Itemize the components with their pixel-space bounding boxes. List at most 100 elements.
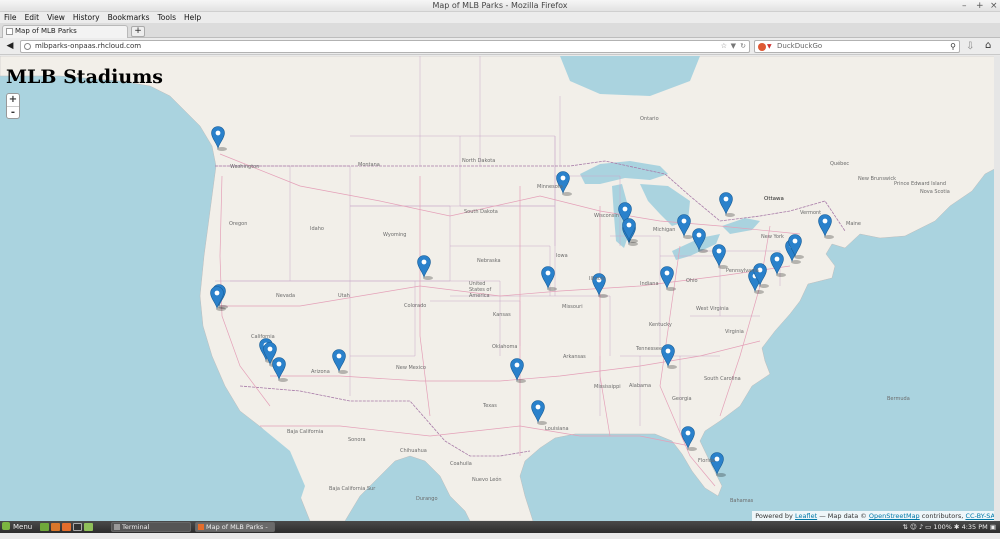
search-bar[interactable]: ▼ DuckDuckGo ⚲	[754, 40, 960, 53]
taskbar-item-firefox[interactable]: Map of MLB Parks - ...	[195, 522, 275, 539]
map-label: Texas	[483, 403, 497, 409]
attribution-text: Powered by	[755, 512, 793, 520]
network-icon[interactable]: ⇅	[903, 523, 908, 531]
start-menu-button[interactable]: Menu	[2, 521, 32, 533]
map-label: Alabama	[629, 383, 652, 389]
map-label: Bahamas	[730, 498, 754, 504]
back-arrow-icon[interactable]: ◀	[4, 41, 16, 52]
tab-strip: Map of MLB Parks +	[0, 23, 1000, 38]
openstreetmap-link[interactable]: OpenStreetMap	[869, 512, 920, 520]
volume-icon[interactable]: ♪	[919, 523, 923, 531]
map-label: New Brunswick	[858, 176, 897, 182]
menu-file[interactable]: File	[4, 12, 17, 23]
url-bar[interactable]: mlbparks-onpaas.rhcloud.com ☆ ▼ ↻	[20, 40, 750, 53]
vertical-scrollbar[interactable]	[994, 56, 1000, 521]
taskbar: Menu Terminal Map of MLB Parks - ... ⇅ ☺…	[0, 521, 1000, 539]
map-label: South Carolina	[704, 376, 741, 382]
menu-tools[interactable]: Tools	[158, 12, 176, 23]
duckduckgo-icon	[758, 43, 766, 51]
desktop-corner-icon[interactable]: ▣	[990, 523, 996, 531]
reload-icon[interactable]: ↻	[740, 41, 746, 52]
terminal-launcher-icon[interactable]	[73, 523, 82, 531]
close-icon[interactable]: ×	[990, 0, 998, 12]
map-label: Oklahoma	[492, 344, 518, 350]
favicon-icon	[6, 28, 13, 35]
search-icon[interactable]: ⚲	[950, 41, 956, 52]
terminal-icon	[114, 524, 120, 530]
menu-history[interactable]: History	[73, 12, 100, 23]
search-placeholder: DuckDuckGo	[777, 42, 823, 50]
map-label: Georgia	[672, 396, 692, 402]
zoom-control: + -	[6, 93, 20, 119]
url-text: mlbparks-onpaas.rhcloud.com	[35, 42, 142, 50]
zoom-in-button[interactable]: +	[7, 94, 19, 106]
map-label: Nevada	[276, 293, 296, 299]
home-icon[interactable]: ⌂	[985, 40, 991, 51]
taskbar-item-terminal[interactable]: Terminal	[111, 522, 191, 532]
tab-map-of-mlb-parks[interactable]: Map of MLB Parks	[2, 25, 128, 38]
map-label: Colorado	[404, 303, 427, 309]
map-label: Minnesota	[537, 184, 563, 190]
menu-view[interactable]: View	[47, 12, 65, 23]
map-label: Wyoming	[383, 232, 407, 238]
map-label: South Dakota	[464, 209, 498, 215]
map-tiles[interactable]	[0, 56, 1000, 521]
map-label: Tennessee	[636, 346, 663, 352]
map-label: Washington	[230, 164, 260, 170]
map-label: Mississippi	[594, 384, 621, 390]
map-label: Virginia	[725, 329, 744, 335]
map-label: Ottawa	[764, 196, 784, 202]
map-label: Kentucky	[649, 322, 672, 328]
tray-zoom-level: 100%	[933, 523, 952, 531]
show-desktop-icon[interactable]	[40, 523, 49, 531]
maximize-icon[interactable]: +	[976, 0, 984, 12]
map-label: Arkansas	[563, 354, 586, 360]
bookmark-star-icon[interactable]: ☆	[721, 41, 727, 52]
clock[interactable]: 4:35 PM	[962, 523, 988, 531]
firefox-launcher-icon[interactable]	[51, 523, 60, 531]
map-label: North Dakota	[462, 158, 496, 164]
tab-title: Map of MLB Parks	[15, 27, 77, 35]
map-label: Nuevo León	[472, 477, 502, 483]
browser-launcher-icon[interactable]	[62, 523, 71, 531]
map-label: Durango	[416, 496, 438, 502]
map-label: Pennsylvania	[726, 268, 759, 274]
map-label: Ohio	[686, 278, 698, 284]
map-label: Louisiana	[545, 426, 569, 432]
new-tab-button[interactable]: +	[131, 26, 145, 37]
map-label: Utah	[338, 293, 350, 299]
window-title: Map of MLB Parks - Mozilla Firefox	[432, 1, 568, 10]
map-label: Coahuila	[450, 461, 472, 467]
map-label: Missouri	[562, 304, 583, 310]
map-label: Kansas	[493, 312, 511, 318]
menu-edit[interactable]: Edit	[25, 12, 40, 23]
map-label: New York	[761, 234, 784, 240]
attribution-text: contributors,	[921, 512, 964, 520]
taskbar-item-label: Map of MLB Parks - ...	[206, 523, 268, 539]
download-icon[interactable]: ⇩	[966, 41, 974, 52]
map-label: Indiana	[640, 281, 659, 287]
files-launcher-icon[interactable]	[84, 523, 93, 531]
leaflet-link[interactable]: Leaflet	[795, 512, 817, 520]
history-dropdown-icon[interactable]: ▼	[731, 41, 736, 52]
tray-settings-icon[interactable]: ✱	[954, 523, 959, 531]
map-label: Québec	[830, 161, 850, 167]
system-tray: ⇅ ☺ ♪ ▭ 100% ✱ 4:35 PM ▣	[903, 521, 997, 533]
menu-bookmarks[interactable]: Bookmarks	[108, 12, 150, 23]
zoom-out-button[interactable]: -	[7, 106, 19, 118]
map-label: Arizona	[311, 369, 330, 375]
map-label: Baja California Sur	[329, 486, 376, 492]
minimize-icon[interactable]: –	[962, 0, 967, 12]
browser-window: Map of MLB Parks - Mozilla Firefox – + ×…	[0, 0, 1000, 539]
map-container[interactable]: Montana North Dakota South Dakota Wyomin…	[0, 56, 1000, 521]
menu-help[interactable]: Help	[184, 12, 201, 23]
search-engine-dropdown-icon[interactable]: ▼	[767, 41, 772, 52]
map-label: Prince Edward Island	[894, 181, 947, 187]
map-label: Idaho	[310, 226, 324, 232]
user-icon[interactable]: ☺	[910, 523, 917, 531]
license-link[interactable]: CC-BY-SA	[965, 512, 995, 520]
map-label: West Virginia	[696, 306, 729, 312]
globe-icon	[24, 43, 31, 50]
firefox-icon	[198, 524, 204, 530]
battery-icon[interactable]: ▭	[925, 523, 931, 531]
